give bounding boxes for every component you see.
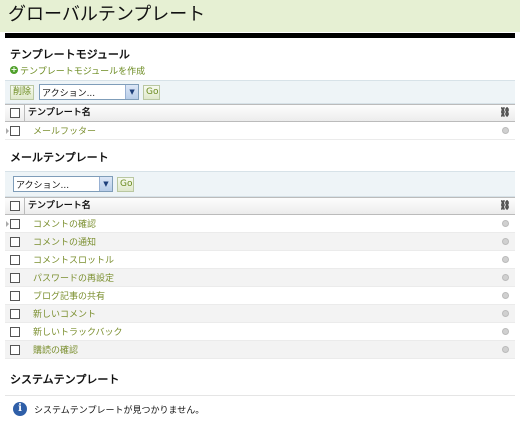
column-template-name[interactable]: テンプレート名 — [24, 105, 498, 121]
template-link[interactable]: パスワードの再設定 — [24, 271, 502, 284]
column-template-name[interactable]: テンプレート名 — [24, 198, 498, 214]
row-checkbox[interactable] — [10, 326, 20, 337]
row-checkbox[interactable] — [10, 236, 20, 247]
empty-state-text: システムテンプレートが見つかりません。 — [34, 405, 205, 416]
page-title: グローバルテンプレート — [8, 4, 206, 25]
select-all-checkbox[interactable] — [10, 201, 20, 211]
empty-state-message: i システムテンプレートが見つかりません。 — [5, 395, 515, 422]
status-dot-icon — [502, 238, 509, 245]
chevron-down-icon: ▼ — [99, 177, 112, 191]
page-header: グローバルテンプレート — [0, 0, 520, 32]
system-templates-section: システムテンプレート i システムテンプレートが見つかりません。 — [5, 359, 515, 422]
system-templates-title: システムテンプレート — [10, 373, 120, 386]
info-icon: i — [13, 402, 27, 416]
status-dot-icon — [502, 346, 509, 353]
template-link[interactable]: ブログ記事の共有 — [24, 289, 502, 302]
row-checkbox[interactable] — [10, 272, 20, 283]
mail-templates-actions-bar: アクション... ▼ Go — [5, 171, 515, 197]
status-dot-icon — [502, 220, 509, 227]
template-modules-section: テンプレートモジュール + テンプレートモジュールを作成 削除 アクション...… — [5, 38, 515, 140]
chain-link-icon: ⛓ — [499, 201, 511, 211]
chain-link-icon: ⛓ — [499, 108, 511, 118]
mail-templates-section: メールテンプレート アクション... ▼ Go テンプレート名 ⛓ コメントの確… — [5, 140, 515, 359]
table-row: コメントの確認 — [5, 215, 515, 233]
template-modules-go-button[interactable]: Go — [143, 84, 161, 100]
table-row: 新しいコメント — [5, 305, 515, 323]
template-link[interactable]: コメントの確認 — [24, 217, 502, 230]
create-template-module-link[interactable]: + テンプレートモジュールを作成 — [5, 64, 515, 80]
mail-templates-action-select-value: アクション... — [16, 180, 70, 191]
status-dot-icon — [502, 256, 509, 263]
template-link[interactable]: 新しいコメント — [24, 307, 502, 320]
status-dot-icon — [502, 310, 509, 317]
row-checkbox[interactable] — [10, 218, 20, 229]
row-arrow-icon — [6, 127, 9, 134]
template-modules-title: テンプレートモジュール — [10, 48, 130, 61]
status-dot-icon — [502, 328, 509, 335]
status-dot-icon — [502, 274, 509, 281]
chevron-down-icon: ▼ — [125, 85, 139, 99]
table-row: ブログ記事の共有 — [5, 287, 515, 305]
table-row: パスワードの再設定 — [5, 269, 515, 287]
row-checkbox[interactable] — [10, 344, 20, 355]
template-modules-table-header: テンプレート名 ⛓ — [5, 104, 515, 122]
select-all-checkbox[interactable] — [10, 108, 20, 118]
table-row: メールフッター — [5, 122, 515, 140]
template-link[interactable]: コメントの通知 — [24, 235, 502, 248]
template-link[interactable]: 購読の確認 — [24, 343, 502, 356]
template-modules-action-select-value: アクション... — [42, 88, 96, 99]
template-link[interactable]: コメントスロットル — [24, 253, 502, 266]
mail-templates-table-header: テンプレート名 ⛓ — [5, 197, 515, 215]
delete-button[interactable]: 削除 — [10, 84, 35, 100]
table-row: コメントの通知 — [5, 233, 515, 251]
template-modules-actions-bar: 削除 アクション... ▼ Go — [5, 80, 515, 104]
template-link[interactable]: 新しいトラックバック — [24, 325, 502, 338]
main-content: テンプレートモジュール + テンプレートモジュールを作成 削除 アクション...… — [5, 33, 515, 422]
table-row: 購読の確認 — [5, 341, 515, 359]
mail-templates-go-button[interactable]: Go — [117, 176, 134, 192]
plus-circle-icon: + — [10, 65, 18, 74]
row-checkbox[interactable] — [10, 254, 20, 265]
row-checkbox[interactable] — [10, 290, 20, 301]
create-template-module-label: テンプレートモジュールを作成 — [20, 66, 146, 77]
row-checkbox[interactable] — [10, 308, 20, 319]
template-modules-action-select[interactable]: アクション... ▼ — [39, 84, 140, 100]
status-dot-icon — [502, 127, 509, 134]
table-row: コメントスロットル — [5, 251, 515, 269]
row-arrow-icon — [6, 220, 9, 227]
table-row: 新しいトラックバック — [5, 323, 515, 341]
mail-templates-title: メールテンプレート — [10, 151, 109, 164]
template-link[interactable]: メールフッター — [24, 124, 502, 137]
row-checkbox[interactable] — [10, 125, 20, 136]
status-dot-icon — [502, 292, 509, 299]
mail-templates-action-select[interactable]: アクション... ▼ — [13, 176, 113, 192]
